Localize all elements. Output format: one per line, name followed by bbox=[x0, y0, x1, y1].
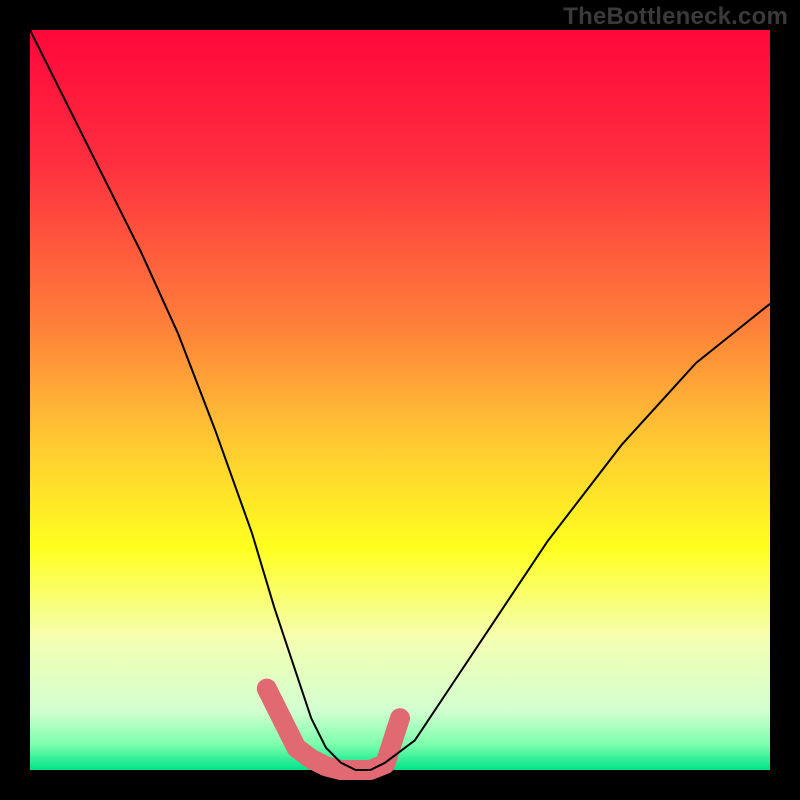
gradient-background bbox=[30, 30, 770, 770]
chart-frame: TheBottleneck.com bbox=[0, 0, 800, 800]
watermark-label: TheBottleneck.com bbox=[563, 3, 788, 31]
bottleneck-chart bbox=[0, 0, 800, 800]
